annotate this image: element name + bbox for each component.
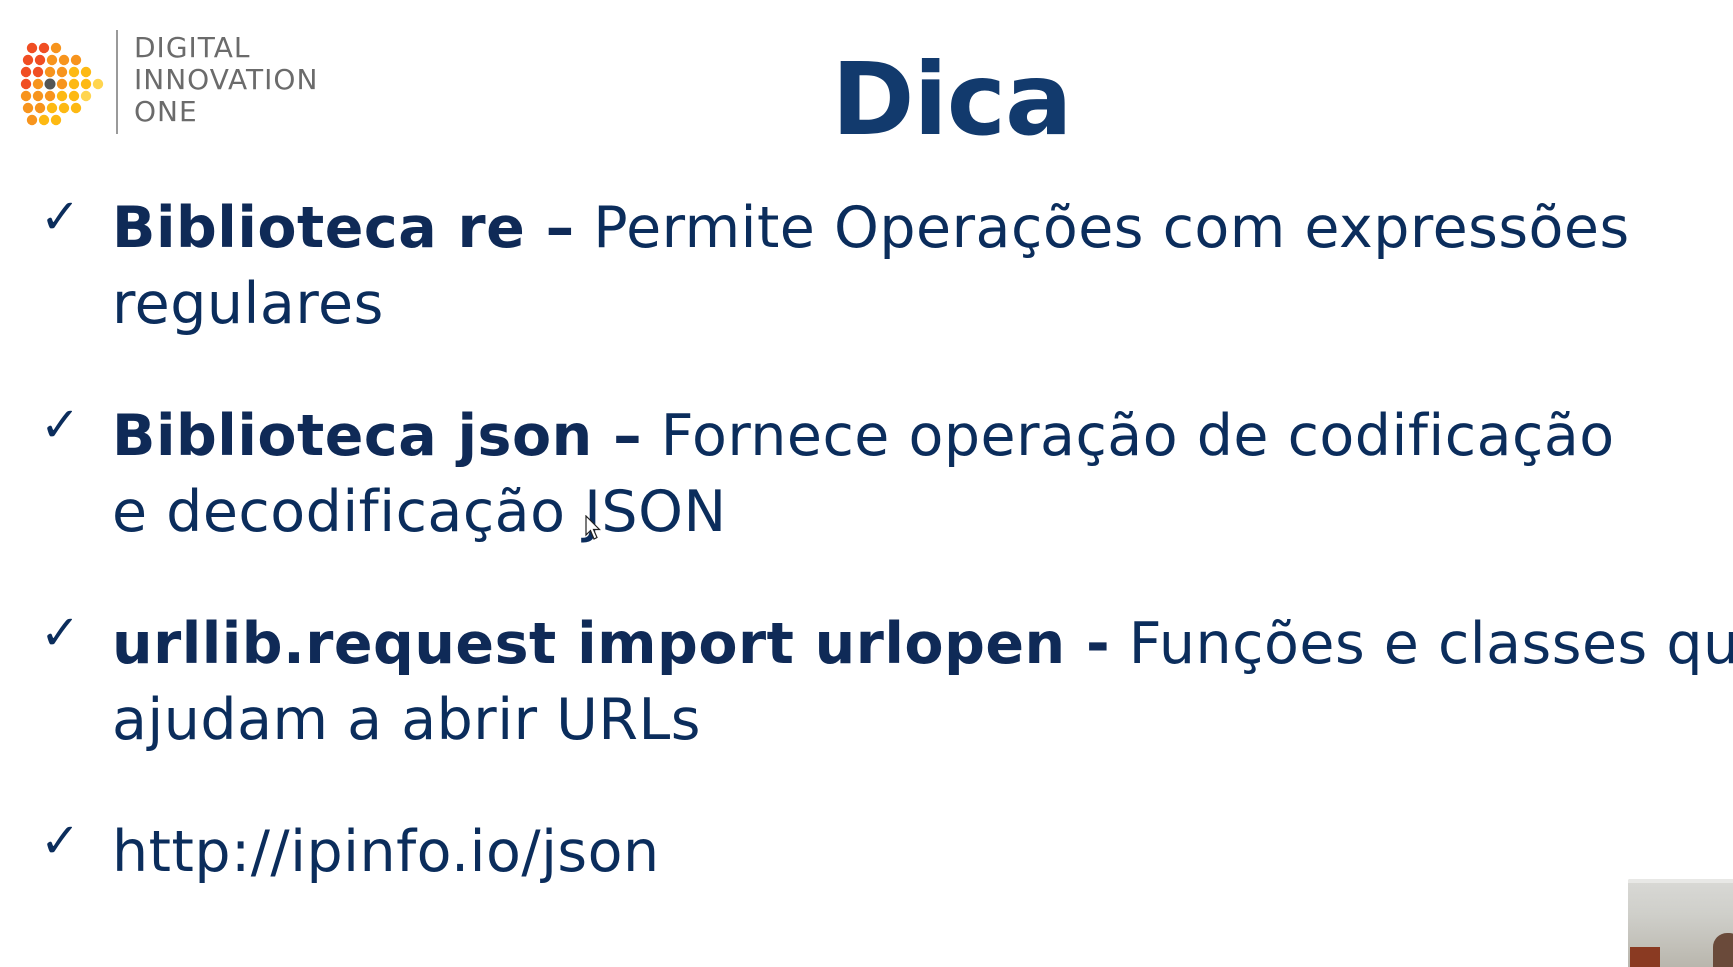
tip-desc-cont: e decodificação JSON — [112, 479, 727, 545]
slide-title-text: Dica — [831, 41, 1072, 158]
slide-title: Dica — [0, 40, 1733, 160]
tip-desc: Permite Operações com expressões — [574, 195, 1630, 261]
webcam-person — [1713, 933, 1733, 967]
tip-url: http://ipinfo.io/json — [112, 819, 660, 885]
checkmark-icon: ✓ — [40, 605, 81, 661]
tip-desc: Fornece operação de codificação — [642, 403, 1615, 469]
webcam-background-object — [1630, 947, 1660, 967]
tip-desc-cont: ajudam a abrir URLs — [112, 687, 701, 753]
checkmark-icon: ✓ — [40, 813, 81, 869]
tip-bold: urllib.request import urlopen - — [112, 611, 1111, 677]
tip-text: Biblioteca json – Fornece operação de co… — [112, 398, 1733, 550]
tip-text: Biblioteca re – Permite Operações com ex… — [112, 190, 1733, 342]
tip-bold: Biblioteca re – — [112, 195, 575, 261]
checkmark-icon: ✓ — [40, 189, 81, 245]
mouse-cursor-icon — [585, 515, 601, 540]
tip-text: http://ipinfo.io/json — [112, 814, 1733, 890]
webcam-overlay — [1628, 879, 1733, 967]
tip-text: urllib.request import urlopen - Funções … — [112, 606, 1733, 758]
webcam-frame — [1628, 879, 1733, 883]
tip-desc: Funções e classes que — [1110, 611, 1733, 677]
tip-bold: Biblioteca json – — [112, 403, 643, 469]
checkmark-icon: ✓ — [40, 397, 81, 453]
tip-desc-cont: regulares — [112, 271, 384, 337]
